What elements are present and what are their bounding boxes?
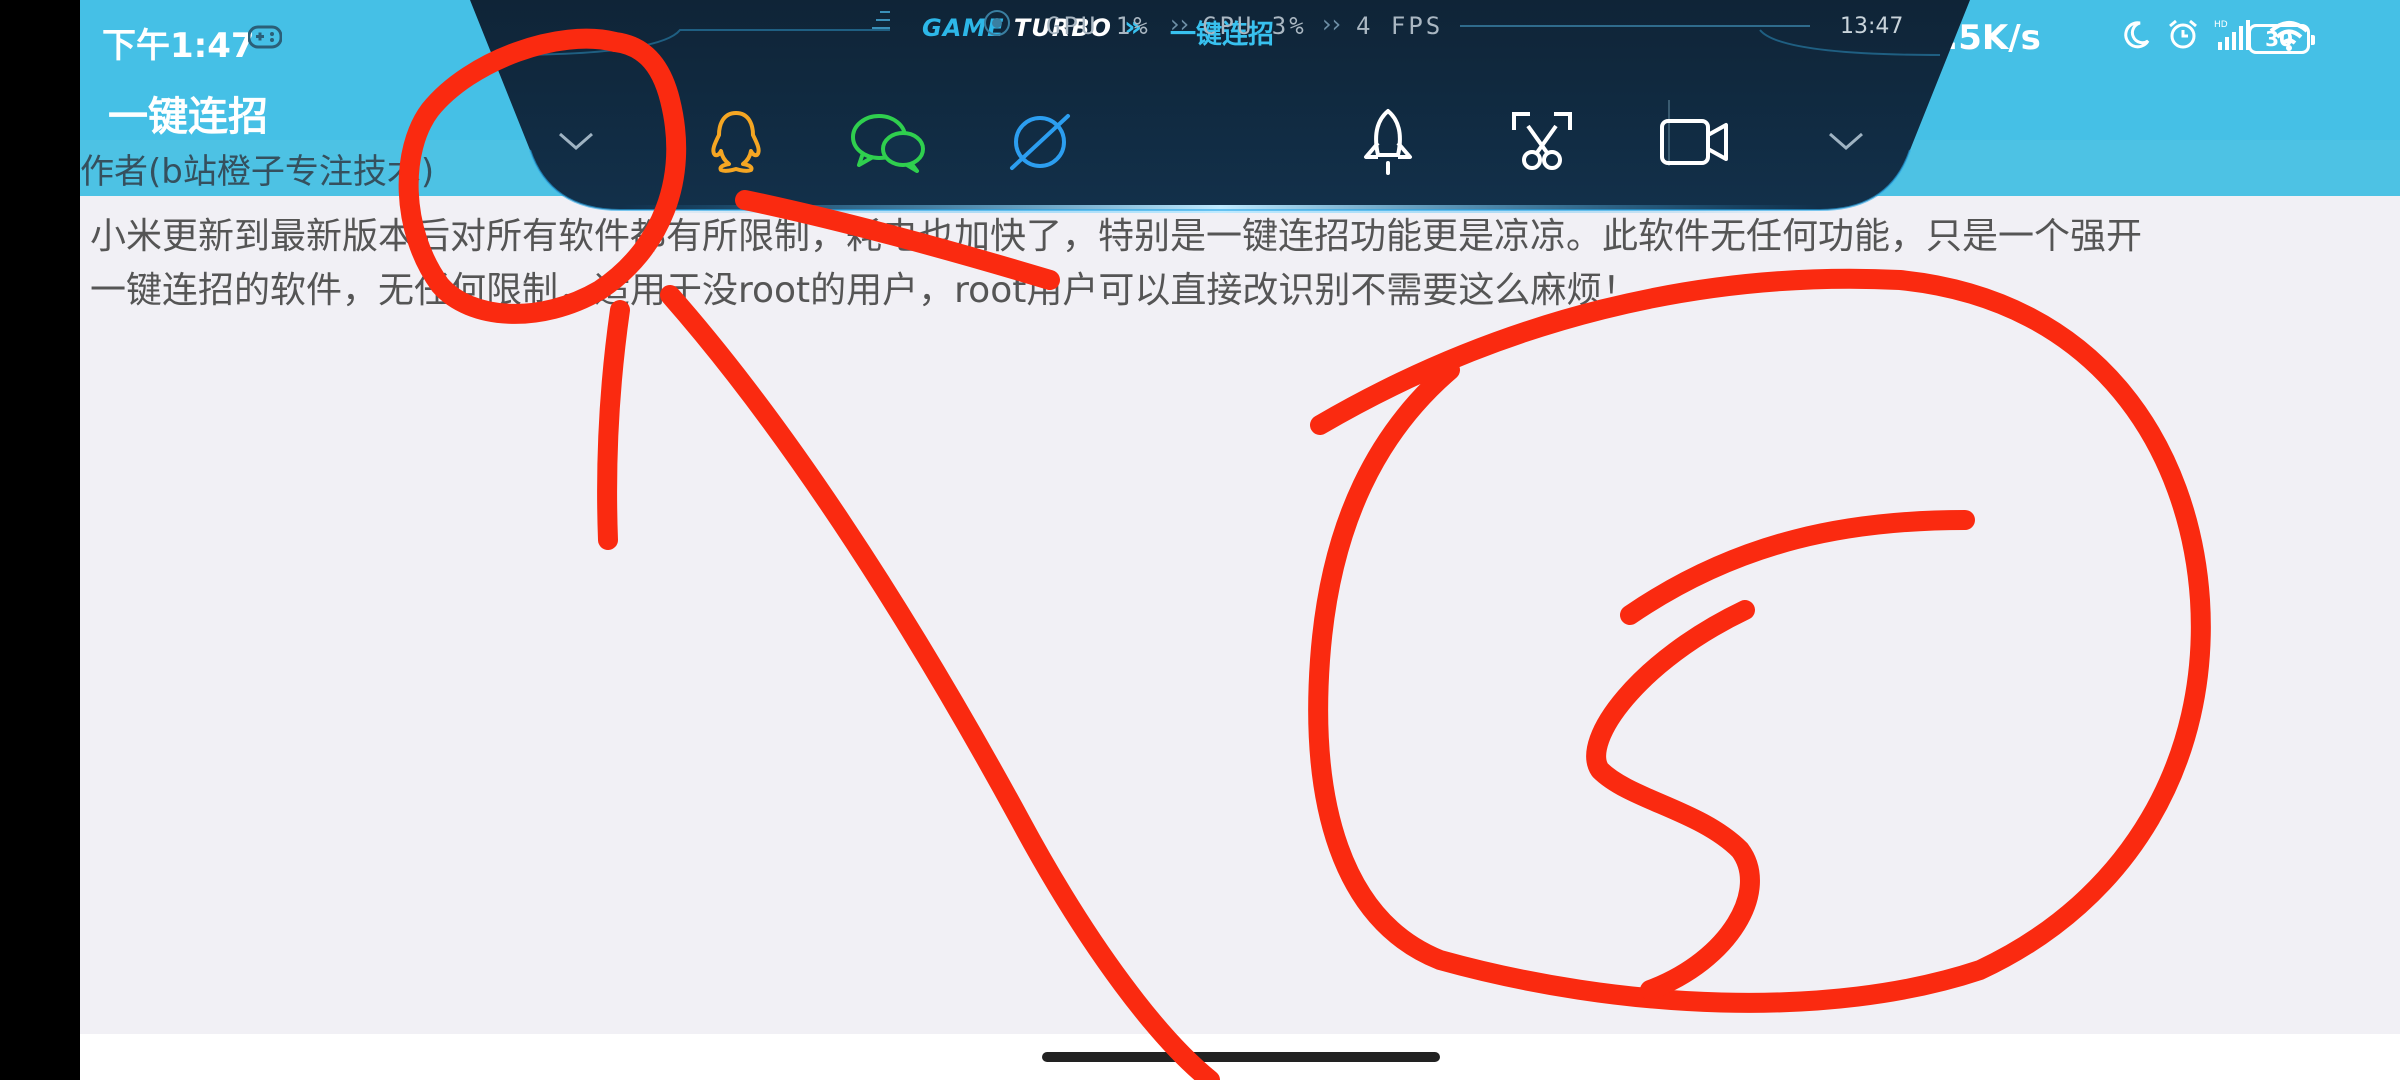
status-time: 下午1:47: [102, 26, 255, 66]
moon-icon: [2124, 21, 2150, 49]
qq-icon: [711, 111, 761, 173]
gpu-usage: GPU 1%: [1046, 12, 1151, 40]
collapse-left-button[interactable]: [534, 100, 618, 184]
screenshot-button[interactable]: [1500, 100, 1584, 184]
settings-knob-icon[interactable]: [984, 10, 1010, 36]
svg-text:HD: HD: [2214, 20, 2228, 30]
video-record-icon: [1660, 119, 1728, 165]
wechat-button[interactable]: [846, 100, 930, 184]
app-title: 一键连招: [108, 94, 268, 140]
browser-button[interactable]: [998, 100, 1082, 184]
rocket-icon: [1364, 109, 1412, 175]
fps-counter: 4 FPS: [1356, 12, 1444, 40]
chevron-down-icon: [559, 132, 593, 150]
screenshot-icon: [1512, 112, 1572, 170]
alarm-icon: [2169, 19, 2197, 49]
status-line: [1460, 25, 1810, 27]
author-label: 作者(b站橙子专注技术): [80, 152, 435, 192]
cpu-usage: CPU 3%: [1202, 12, 1307, 40]
home-indicator[interactable]: [1042, 1052, 1440, 1062]
chevron-down-icon: [1829, 132, 1863, 150]
wechat-icon: [851, 114, 925, 173]
content-area: 小米更新到最新版本后对所有软件都有所限制，耗电也加快了，特别是一键连招功能更是凉…: [80, 196, 2400, 1034]
separator-1: ››: [1170, 10, 1190, 38]
qq-button[interactable]: [694, 100, 778, 184]
description-text: 小米更新到最新版本后对所有软件都有所限制，耗电也加快了，特别是一键连招功能更是凉…: [90, 216, 2143, 311]
record-button[interactable]: [1652, 100, 1736, 184]
gamepad-icon: [247, 22, 283, 52]
collapse-right-button[interactable]: [1804, 100, 1888, 184]
separator-2: ››: [1322, 10, 1342, 38]
panel-clock: 13:47: [1840, 14, 1904, 39]
browser-icon: [1010, 114, 1070, 170]
game-turbo-panel: GAME TURBO » 一键连招 GPU 1% ›› CPU 3% ›› 4 …: [470, 0, 1970, 222]
boost-button[interactable]: [1346, 100, 1430, 184]
battery-indicator: 30: [2248, 24, 2315, 54]
